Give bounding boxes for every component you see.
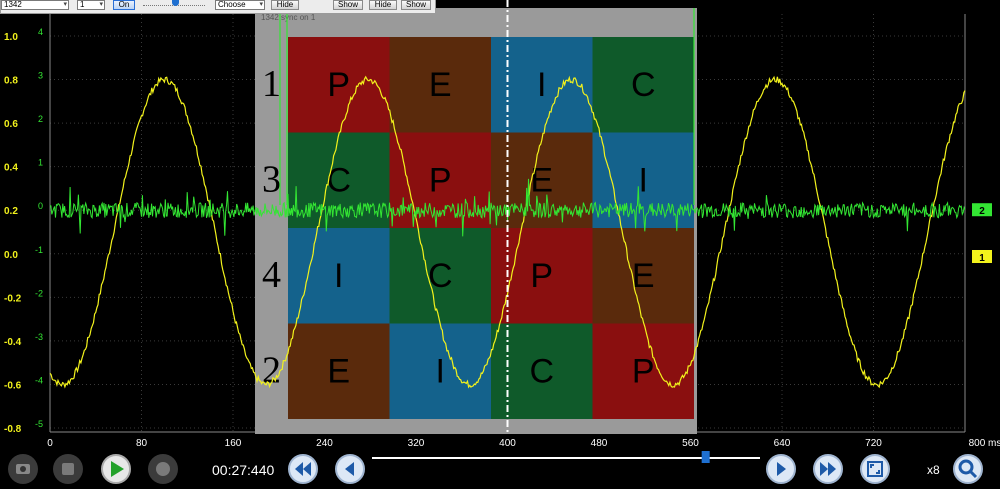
right-axis-label: 3	[38, 71, 43, 81]
show-button-1[interactable]: Show	[333, 0, 363, 10]
camera-button[interactable]	[8, 454, 38, 484]
zoom-fit-button[interactable]	[860, 454, 890, 484]
ghost-cell-letter: P	[429, 162, 452, 200]
capture-time: 00:27:440	[212, 462, 275, 478]
rewind-button[interactable]	[288, 454, 318, 484]
left-axis-label: -0.2	[4, 293, 22, 304]
right-axis-label: 2	[38, 114, 43, 124]
capture-select-value: 1342	[4, 0, 22, 9]
channel-number-value: 1	[80, 0, 85, 9]
step-forward-button[interactable]	[766, 454, 796, 484]
ghost-cell-letter: P	[632, 353, 655, 391]
chevron-down-icon: ▾	[259, 1, 263, 8]
ghost-cell-letter: E	[429, 66, 452, 104]
left-axis-label: 0.6	[4, 119, 18, 130]
double-chevron-right-icon	[820, 462, 836, 476]
chevron-right-icon	[777, 462, 786, 476]
ghost-cell-letter: E	[632, 257, 655, 295]
channel-marker-label: 2	[979, 206, 985, 217]
channel-choose-value: Choose	[218, 0, 246, 9]
right-axis-label: 1	[38, 158, 43, 168]
magnify-button[interactable]	[953, 454, 983, 484]
ghost-cell-letter: E	[530, 162, 553, 200]
ghost-row-number: 3	[262, 159, 281, 201]
camera-icon	[16, 464, 30, 474]
ghost-row-number: 1	[262, 63, 281, 105]
ghost-cell-letter: C	[529, 353, 554, 391]
toolbar: 1342 ▾ 1 ▾ On Choose ▾ Hide Show Hide Show	[0, 0, 436, 14]
oscilloscope-display[interactable]: 1342 sync on 11 P E I C3 C P E I4 I C P E2 E I C P 1.00.…	[0, 0, 1000, 489]
left-axis-label: 0.2	[4, 206, 18, 217]
right-axis-label: -5	[35, 419, 43, 429]
ghost-window-title: 1342 sync on 1	[261, 13, 316, 22]
hide-button-1[interactable]: Hide	[271, 0, 299, 10]
left-axis-label: 0.4	[4, 163, 18, 174]
capture-select[interactable]: 1342 ▾	[1, 0, 69, 10]
right-axis-label: -2	[35, 288, 43, 298]
ghost-cell-letter: I	[639, 162, 648, 200]
slider-thumb-shape	[701, 451, 710, 463]
ghost-row-number: 4	[262, 254, 281, 296]
record-icon	[156, 462, 170, 476]
record-button[interactable]	[148, 454, 178, 484]
left-axis-label: -0.8	[4, 424, 22, 435]
show-button-2[interactable]: Show	[401, 0, 431, 10]
zoom-fit-icon	[867, 461, 883, 477]
stop-icon	[62, 463, 74, 475]
left-axis-label: -0.6	[4, 380, 22, 391]
hide-button-2[interactable]: Hide	[369, 0, 397, 10]
on-button[interactable]: On	[113, 0, 135, 10]
ghost-cell-letter: I	[334, 257, 343, 295]
right-axis-label: -3	[35, 332, 43, 342]
buffer-slider-thumb[interactable]	[701, 451, 710, 463]
right-axis-label: -4	[35, 375, 43, 385]
ghost-cell-letter: P	[327, 66, 350, 104]
chevron-left-icon	[345, 462, 354, 476]
ghost-window: 1342 sync on 11 P E I C3 C P E I4 I C P E2 E I C P	[255, 8, 697, 434]
ghost-cell-letter: E	[327, 353, 350, 391]
zoom-level: x8	[927, 463, 940, 477]
right-axis-label: 0	[38, 201, 43, 211]
double-chevron-left-icon	[295, 462, 311, 476]
play-button[interactable]	[101, 454, 131, 484]
stop-button[interactable]	[53, 454, 83, 484]
ghost-cell-letter: C	[326, 162, 351, 200]
left-axis-label: 1.0	[4, 32, 18, 43]
left-axis-label: 0.8	[4, 76, 18, 87]
ghost-cell-letter: C	[631, 66, 656, 104]
ghost-row-number: 2	[262, 350, 281, 392]
channel-marker-label: 1	[979, 253, 985, 264]
chevron-down-icon: ▾	[63, 1, 67, 8]
chevron-down-icon: ▾	[99, 1, 103, 8]
step-back-button[interactable]	[335, 454, 365, 484]
left-axis-label: -0.4	[4, 337, 22, 348]
buffer-slider[interactable]	[372, 451, 762, 467]
channel-number-select[interactable]: 1 ▾	[77, 0, 105, 10]
ghost-cell-letter: P	[530, 257, 553, 295]
right-axis-label: -1	[35, 245, 43, 255]
left-axis-label: 0.0	[4, 250, 18, 261]
right-axis-label: 4	[38, 27, 43, 37]
channel-choose-select[interactable]: Choose ▾	[215, 0, 265, 10]
fast-forward-button[interactable]	[813, 454, 843, 484]
ghost-cell-letter: I	[537, 66, 546, 104]
ghost-cell-letter: I	[436, 353, 445, 391]
magnifier-icon	[958, 459, 978, 479]
play-icon	[111, 461, 124, 477]
